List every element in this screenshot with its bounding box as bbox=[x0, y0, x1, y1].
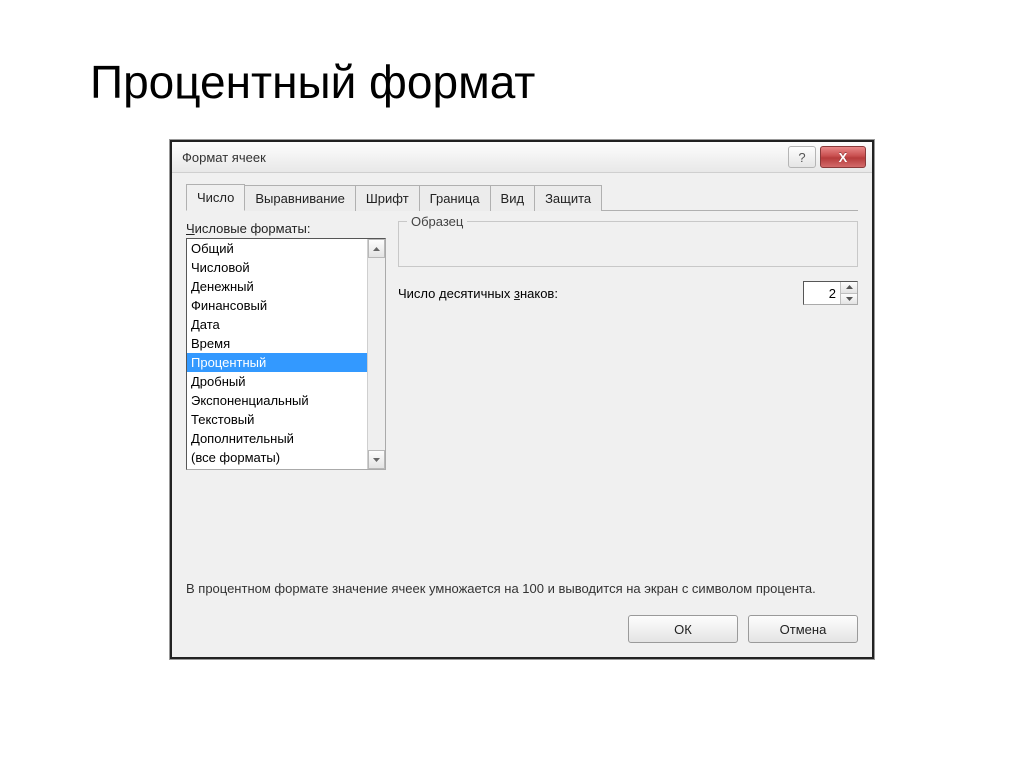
list-item[interactable]: Числовой bbox=[187, 258, 367, 277]
list-item[interactable]: Время bbox=[187, 334, 367, 353]
dialog-title: Формат ячеек bbox=[182, 150, 784, 165]
list-item[interactable]: Дробный bbox=[187, 372, 367, 391]
close-button[interactable]: X bbox=[820, 146, 866, 168]
cancel-button[interactable]: Отмена bbox=[748, 615, 858, 643]
number-formats-label: Числовые форматы: bbox=[186, 221, 386, 236]
format-cells-dialog: Формат ячеек ? X Число Выравнивание Шриф… bbox=[170, 140, 874, 659]
format-description: В процентном формате значение ячеек умно… bbox=[186, 580, 858, 597]
list-item[interactable]: Денежный bbox=[187, 277, 367, 296]
list-item[interactable]: Экспоненциальный bbox=[187, 391, 367, 410]
tab-font[interactable]: Шрифт bbox=[355, 185, 420, 211]
sample-groupbox: Образец bbox=[398, 221, 858, 267]
tab-alignment[interactable]: Выравнивание bbox=[244, 185, 355, 211]
tab-strip: Число Выравнивание Шрифт Граница Вид Защ… bbox=[186, 183, 858, 211]
spinner-down-button[interactable] bbox=[841, 294, 857, 305]
tab-view[interactable]: Вид bbox=[490, 185, 536, 211]
list-item[interactable]: Финансовый bbox=[187, 296, 367, 315]
tab-border[interactable]: Граница bbox=[419, 185, 491, 211]
scroll-up-button[interactable] bbox=[368, 239, 385, 258]
list-item[interactable]: (все форматы) bbox=[187, 448, 367, 467]
list-item[interactable]: Общий bbox=[187, 239, 367, 258]
tab-number[interactable]: Число bbox=[186, 184, 245, 211]
help-button[interactable]: ? bbox=[788, 146, 816, 168]
number-formats-listbox[interactable]: ОбщийЧисловойДенежныйФинансовыйДатаВремя… bbox=[186, 238, 386, 470]
listbox-scrollbar[interactable] bbox=[367, 239, 385, 469]
decimal-places-input[interactable] bbox=[804, 282, 840, 304]
spinner-up-button[interactable] bbox=[841, 282, 857, 294]
titlebar: Формат ячеек ? X bbox=[172, 142, 872, 173]
scroll-down-button[interactable] bbox=[368, 450, 385, 469]
decimal-places-spinner[interactable] bbox=[803, 281, 858, 305]
list-item[interactable]: Дополнительный bbox=[187, 429, 367, 448]
ok-button[interactable]: ОК bbox=[628, 615, 738, 643]
list-item[interactable]: Процентный bbox=[187, 353, 367, 372]
sample-label: Образец bbox=[407, 214, 467, 229]
decimal-places-label: Число десятичных знаков: bbox=[398, 286, 558, 301]
dialog-body: Число Выравнивание Шрифт Граница Вид Защ… bbox=[172, 173, 872, 657]
tab-protection[interactable]: Защита bbox=[534, 185, 602, 211]
list-item[interactable]: Текстовый bbox=[187, 410, 367, 429]
list-item[interactable]: Дата bbox=[187, 315, 367, 334]
slide-title: Процентный формат bbox=[90, 55, 535, 109]
